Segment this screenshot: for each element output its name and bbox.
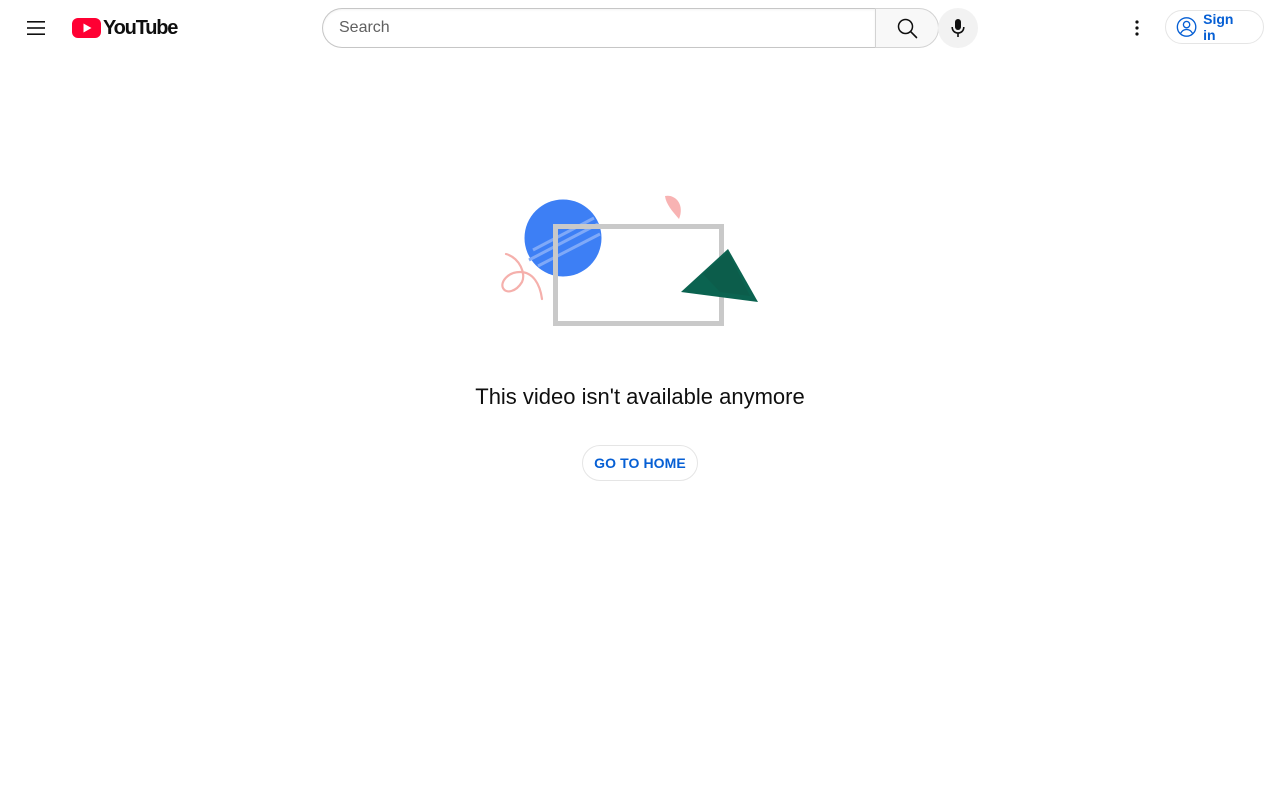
account-circle-icon: [1176, 17, 1197, 37]
search-button[interactable]: [875, 8, 939, 48]
hamburger-menu-icon: [27, 21, 45, 35]
voice-search-button[interactable]: [938, 8, 978, 48]
settings-more-button[interactable]: [1117, 8, 1157, 48]
search-icon: [897, 18, 918, 39]
go-to-home-button[interactable]: GO TO HOME: [582, 445, 698, 481]
sign-in-label: Sign in: [1203, 11, 1234, 43]
sign-in-button[interactable]: Sign in: [1165, 10, 1264, 44]
error-message: This video isn't available anymore: [475, 384, 805, 409]
guide-menu-button[interactable]: [16, 8, 56, 48]
youtube-play-logo-icon: [72, 18, 101, 38]
search-bar: [322, 8, 939, 48]
microphone-icon: [951, 19, 965, 37]
search-input[interactable]: [323, 19, 839, 37]
pink-half-circle-shape: [665, 195, 681, 219]
video-unavailable-illustration: [501, 195, 758, 326]
masthead: YouTube Sign in: [0, 0, 1280, 56]
logo-wordmark: YouTube: [103, 17, 178, 39]
search-box: [322, 8, 875, 48]
more-vertical-icon: [1135, 20, 1139, 36]
youtube-logo[interactable]: YouTube: [72, 17, 178, 39]
